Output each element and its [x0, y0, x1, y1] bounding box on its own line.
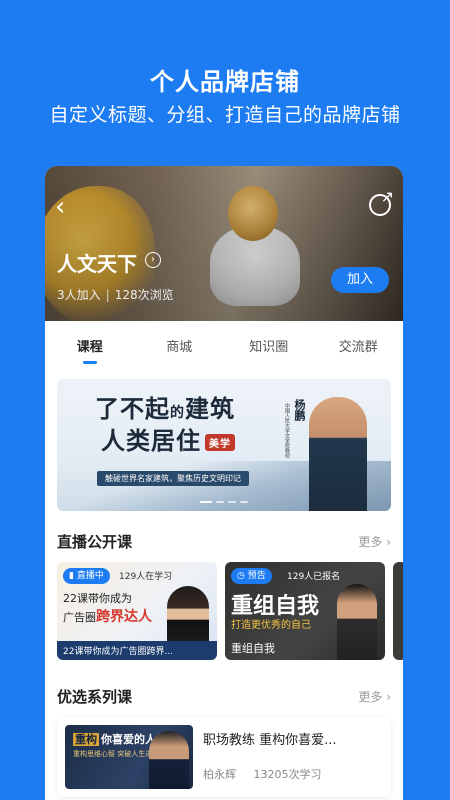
card-footer-title: 22课带你成为广告圈跨界... [57, 641, 217, 660]
promo-title: 个人品牌店铺 [150, 68, 300, 96]
banner-strip: 触碰世界名家建筑，聚焦历史文明印记 [97, 471, 249, 486]
series-learners: 13205次学习 [253, 768, 322, 781]
banner-person-desc: 中国人民大学文学院教授 [284, 403, 290, 458]
card-subtitle: 打造更优秀的自己 [231, 620, 311, 631]
shop-name[interactable]: 人文天下 [57, 248, 137, 277]
live-course-card[interactable]: ◷ 预告 129人已报名 重组自我 打造更优秀的自己 重组自我 [225, 562, 385, 660]
series-more-link[interactable]: 更多 › [358, 688, 391, 705]
stats-divider: | [105, 288, 110, 302]
live-section-header: 直播公开课 更多 › [45, 531, 403, 552]
series-thumbnail: 重构 你喜爱的人生 重构思维心智 突破人生进阶 [65, 725, 193, 789]
live-more-link[interactable]: 更多 › [358, 533, 391, 550]
join-button[interactable]: 加入 [331, 267, 389, 293]
clock-icon: ◷ [237, 571, 245, 581]
series-teacher: 柏永辉 [203, 768, 236, 781]
carousel-dot[interactable] [240, 501, 248, 503]
live-course-list: ▮ 直播中 129人在学习 22课带你成为 广告圈跨界达人 22课带你成为广告圈… [45, 562, 403, 660]
banner-tag: 美学 [205, 434, 235, 451]
live-course-card-partial[interactable] [393, 562, 403, 660]
preview-badge: ◷ 预告 [231, 568, 272, 584]
live-viewer-count: 129人在学习 [119, 572, 173, 582]
series-section-header: 优选系列课 更多 › [45, 686, 403, 707]
tab-courses[interactable]: 课程 [45, 328, 135, 368]
banner-title-line1: 了不起的建筑 [95, 394, 235, 423]
tab-chat-group[interactable]: 交流群 [314, 328, 404, 368]
card-headline-2: 广告圈跨界达人 [63, 609, 152, 625]
banner-person-photo [309, 397, 367, 511]
banner-title-line2: 人类居住 美学 [101, 421, 235, 456]
series-section-title: 优选系列课 [57, 688, 133, 706]
series-course-card[interactable]: 重构 你喜爱的人生 重构思维心智 突破人生进阶 职场教练 重构你喜爱... 柏永辉… [57, 717, 391, 797]
tab-bar: 课程 商城 知识圈 交流群 [45, 321, 403, 371]
shop-members: 3人加入 [57, 288, 101, 302]
phone-screen: ‹ 人文天下 › 3人加入 | 128次浏览 加入 课程 商城 知识圈 交流群 了不… [45, 166, 403, 800]
tab-knowledge-circle[interactable]: 知识圈 [224, 328, 314, 368]
banner-person-name: 杨鹏 [293, 399, 306, 421]
tab-mall[interactable]: 商城 [135, 328, 225, 368]
carousel-dot[interactable] [228, 501, 236, 503]
promo-banner[interactable]: 了不起的建筑 人类居住 美学 触碰世界名家建筑，聚焦历史文明印记 中国人民大学文学… [57, 379, 391, 511]
series-title: 职场教练 重构你喜爱... [203, 733, 337, 748]
series-info: 职场教练 重构你喜爱... 柏永辉 13205次学习 [193, 725, 383, 789]
shop-stats: 3人加入 | 128次浏览 [57, 286, 174, 303]
presenter-photo [337, 584, 377, 660]
live-bars-icon: ▮ [69, 571, 74, 581]
series-meta: 柏永辉 13205次学习 [203, 766, 383, 782]
live-section-title: 直播公开课 [57, 533, 133, 551]
presenter-photo [149, 731, 189, 789]
live-course-card[interactable]: ▮ 直播中 129人在学习 22课带你成为 广告圈跨界达人 22课带你成为广告圈… [57, 562, 217, 660]
carousel-indicator [200, 501, 248, 503]
signup-count: 129人已报名 [287, 572, 341, 582]
shop-views: 128次浏览 [114, 288, 174, 302]
shop-header: ‹ 人文天下 › 3人加入 | 128次浏览 加入 [45, 166, 403, 321]
carousel-dot[interactable] [216, 501, 224, 503]
share-icon[interactable] [369, 187, 394, 216]
chevron-left-icon[interactable]: ‹ [55, 194, 65, 220]
carousel-dot[interactable] [200, 501, 212, 503]
live-badge: ▮ 直播中 [63, 568, 110, 584]
chevron-right-icon[interactable]: › [145, 252, 161, 268]
card-footer-title: 重组自我 [231, 642, 275, 655]
thumb-subtitle: 重构思维心智 突破人生进阶 [73, 750, 160, 758]
card-headline: 22课带你成为 [63, 592, 132, 605]
promo-subtitle: 自定义标题、分组、打造自己的品牌店铺 [49, 104, 401, 126]
